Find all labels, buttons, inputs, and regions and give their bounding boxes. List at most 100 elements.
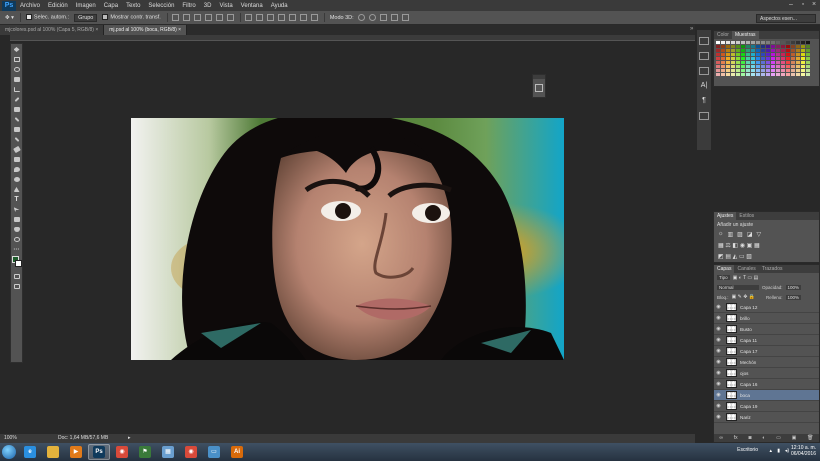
layer-row[interactable]: ◉ Capa 19 (714, 401, 819, 412)
color-swatch[interactable] (761, 65, 765, 68)
color-swatch[interactable] (801, 45, 805, 48)
color-swatch[interactable] (776, 65, 780, 68)
layer-row[interactable]: ◉ Capa 16 (714, 379, 819, 390)
menu-item[interactable]: Edición (44, 3, 72, 9)
tool-presets-icon[interactable] (699, 112, 709, 120)
opacity-field[interactable]: 100% (785, 284, 802, 290)
taskbar-app[interactable]: Ai (226, 444, 248, 460)
curves-icon[interactable]: ▨ (737, 231, 743, 238)
levels-icon[interactable]: ▥ (728, 231, 734, 238)
status-menu-arrow-icon[interactable]: ▸ (128, 434, 131, 443)
color-swatch[interactable] (721, 57, 725, 60)
color-swatch[interactable] (801, 73, 805, 76)
color-swatch[interactable] (791, 41, 795, 44)
color-swatch[interactable] (756, 45, 760, 48)
layer-row[interactable]: ◉ boca (714, 390, 819, 401)
color-swatch[interactable] (746, 45, 750, 48)
color-swatch[interactable] (746, 49, 750, 52)
align-center-icon[interactable] (215, 14, 223, 21)
color-swatch[interactable] (736, 53, 740, 56)
tab-paths[interactable]: Trazados (759, 265, 786, 273)
paint-bucket-tool-icon[interactable] (11, 155, 22, 164)
taskbar-app[interactable]: ▶ (65, 444, 87, 460)
move-tool-icon[interactable]: ✥ ▾ (5, 15, 14, 21)
visibility-eye-icon[interactable]: ◉ (714, 359, 723, 365)
color-swatch[interactable] (726, 41, 730, 44)
layer-row[interactable]: ◉ Capa 17 (714, 346, 819, 357)
color-swatch[interactable] (776, 57, 780, 60)
color-swatch[interactable] (796, 57, 800, 60)
slide-3d-icon[interactable] (390, 14, 398, 21)
history-brush-tool-icon[interactable] (11, 135, 22, 144)
color-swatch[interactable] (756, 41, 760, 44)
menu-item[interactable]: Imagen (72, 3, 100, 9)
color-swatch[interactable] (746, 57, 750, 60)
history-icon[interactable] (535, 84, 543, 92)
paragraph-panel-icon[interactable]: ¶ (699, 97, 709, 105)
color-swatch[interactable] (716, 45, 720, 48)
history-panel-icon[interactable] (699, 37, 709, 45)
color-swatch[interactable] (761, 53, 765, 56)
color-swatch[interactable] (786, 73, 790, 76)
color-swatch[interactable] (731, 61, 735, 64)
color-swatch[interactable] (731, 49, 735, 52)
color-swatch[interactable] (756, 53, 760, 56)
color-swatch[interactable] (726, 45, 730, 48)
info-panel-icon[interactable] (699, 67, 709, 75)
color-swatch[interactable] (776, 45, 780, 48)
align-top-icon[interactable] (171, 14, 179, 21)
color-swatch[interactable] (716, 73, 720, 76)
rotate-3d-icon[interactable] (357, 14, 365, 21)
color-swatch[interactable] (786, 61, 790, 64)
volume-icon[interactable]: ◂) (785, 448, 789, 454)
color-swatch[interactable] (751, 49, 755, 52)
pan-3d-icon[interactable] (379, 14, 387, 21)
stamp-tool-icon[interactable] (11, 125, 22, 134)
color-swatch[interactable] (726, 73, 730, 76)
color-swatch[interactable] (741, 73, 745, 76)
workspace-dropdown[interactable]: Aspectos esen... (756, 14, 816, 23)
color-swatch[interactable] (781, 57, 785, 60)
taskbar-app[interactable]: ◉ (111, 444, 133, 460)
distribute-top-icon[interactable] (244, 14, 252, 21)
visibility-eye-icon[interactable]: ◉ (714, 403, 723, 409)
autoselect-dropdown[interactable]: Grupo (74, 13, 98, 22)
properties-panel-icon[interactable] (699, 52, 709, 60)
color-swatch[interactable] (791, 53, 795, 56)
color-swatch[interactable] (721, 41, 725, 44)
roll-3d-icon[interactable] (368, 14, 376, 21)
color-swatch[interactable] (731, 41, 735, 44)
color-swatch[interactable] (741, 61, 745, 64)
menu-item[interactable]: Selección (144, 3, 178, 9)
color-swatch[interactable] (721, 45, 725, 48)
visibility-eye-icon[interactable]: ◉ (714, 381, 723, 387)
color-swatch[interactable] (721, 49, 725, 52)
type-tool-icon[interactable]: T (11, 195, 22, 204)
color-swatch[interactable] (736, 65, 740, 68)
color-swatch[interactable] (736, 49, 740, 52)
visibility-eye-icon[interactable]: ◉ (714, 348, 723, 354)
color-swatch[interactable] (786, 53, 790, 56)
color-swatch[interactable] (796, 45, 800, 48)
color-swatch[interactable] (731, 57, 735, 60)
color-swatch[interactable] (761, 61, 765, 64)
color-swatch[interactable] (791, 73, 795, 76)
distribute-right-icon[interactable] (299, 14, 307, 21)
color-swatch[interactable] (756, 49, 760, 52)
menu-item[interactable]: Texto (122, 3, 144, 9)
crop-tool-icon[interactable] (11, 85, 22, 94)
network-icon[interactable]: ▮ (777, 448, 780, 454)
color-swatch[interactable] (791, 49, 795, 52)
quick-select-tool-icon[interactable] (11, 75, 22, 84)
color-swatch[interactable] (746, 73, 750, 76)
color-swatch[interactable] (736, 61, 740, 64)
color-swatch[interactable] (766, 45, 770, 48)
layer-row[interactable]: ◉ Capa 12 (714, 302, 819, 313)
color-swatch[interactable] (776, 49, 780, 52)
edit-toolbar-icon[interactable]: ··· (11, 245, 22, 254)
color-swatch[interactable] (791, 61, 795, 64)
eyedropper-tool-icon[interactable] (11, 95, 22, 104)
fill-field[interactable]: 100% (785, 294, 802, 300)
color-swatch[interactable] (736, 57, 740, 60)
color-swatch[interactable] (776, 53, 780, 56)
